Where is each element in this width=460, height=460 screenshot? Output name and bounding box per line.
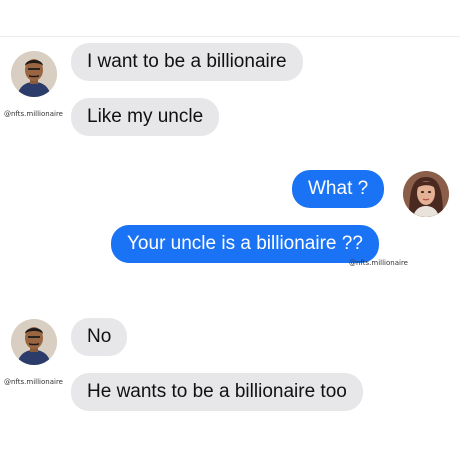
man-avatar-icon	[11, 319, 57, 365]
watermark-label: @nfts.millionaire	[4, 110, 63, 118]
incoming-message-bubble: Like my uncle	[71, 98, 220, 136]
incoming-message-bubble: I want to be a billionaire	[71, 43, 303, 81]
man-avatar-icon	[11, 51, 57, 97]
incoming-message-bubble: No	[71, 318, 128, 356]
outgoing-message-bubble: What ?	[292, 170, 385, 208]
chat-screenshot: @nfts.millionaire I want to be a billion…	[0, 0, 460, 460]
top-divider	[0, 36, 460, 37]
incoming-message-bubble: He wants to be a billionaire too	[71, 373, 363, 411]
outgoing-message-bubble: Your uncle is a billionaire ??	[111, 225, 379, 263]
woman-avatar-icon	[403, 171, 449, 217]
watermark-label: @nfts.millionaire	[349, 259, 408, 267]
watermark-label: @nfts.millionaire	[4, 378, 63, 386]
